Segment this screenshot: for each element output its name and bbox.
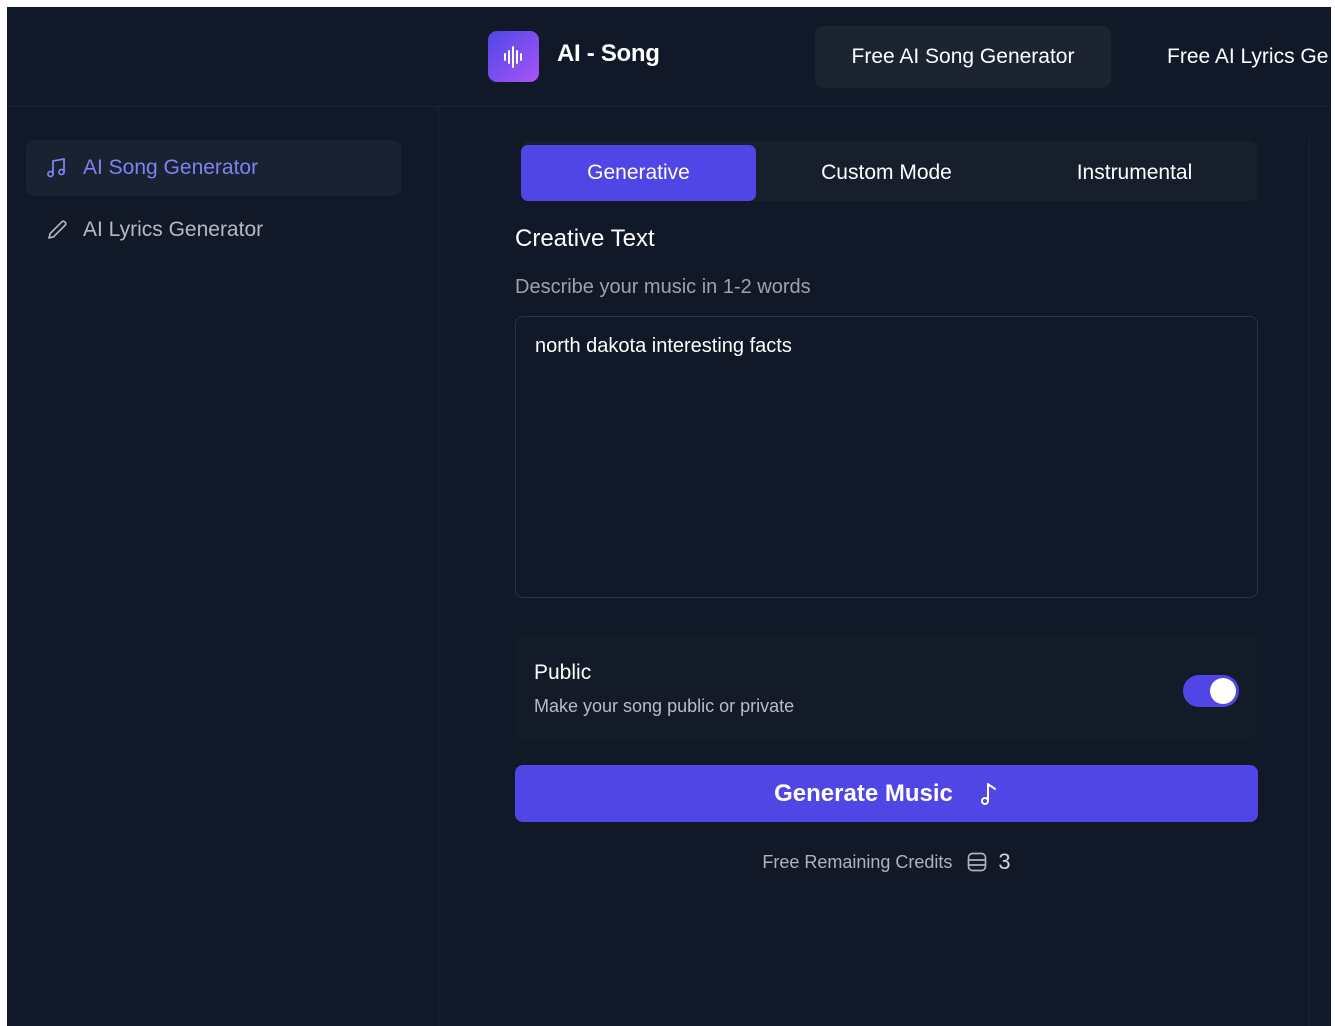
sidebar-item-label: AI Song Generator [83,156,259,179]
database-icon [966,851,988,873]
tab-generative[interactable]: Generative [521,145,756,201]
public-title: Public [534,661,592,684]
creative-text-title: Creative Text [515,225,655,252]
nav-free-ai-lyrics-generator[interactable]: Free AI Lyrics Ge [1167,45,1328,69]
tab-custom-mode[interactable]: Custom Mode [769,145,1004,201]
creative-text-input[interactable]: north dakota interesting facts [515,316,1258,598]
sidebar-item-ai-song-generator[interactable]: AI Song Generator [26,140,401,196]
music-note-icon [979,781,999,807]
public-subtitle: Make your song public or private [534,696,795,716]
credits-label: Free Remaining Credits [762,851,953,872]
sidebar: AI Song Generator AI Lyrics Generator [7,107,439,1026]
mode-tabs: Generative Custom Mode Instrumental [521,141,1258,201]
credits-count: 3 [998,849,1011,874]
top-header: AI - Song Free AI Song Generator Free AI… [7,7,1331,107]
app-window: AI - Song Free AI Song Generator Free AI… [7,7,1331,1026]
toggle-knob [1210,678,1236,704]
public-setting-card: Public Make your song public or private [515,635,1258,739]
nav-free-ai-song-generator[interactable]: Free AI Song Generator [815,26,1111,88]
sidebar-item-ai-lyrics-generator[interactable]: AI Lyrics Generator [26,202,401,258]
generate-music-button[interactable]: Generate Music [515,765,1258,822]
sound-wave-icon [503,45,522,68]
music-note-icon [46,157,68,179]
generate-music-label: Generate Music [774,779,953,807]
right-panel-edge [1309,140,1331,1026]
pencil-icon [46,219,68,241]
tab-instrumental[interactable]: Instrumental [1017,145,1252,201]
sidebar-item-label: AI Lyrics Generator [83,218,264,241]
public-toggle[interactable] [1183,675,1239,707]
main-panel: Generative Custom Mode Instrumental Crea… [439,107,1309,1026]
credits-info: Free Remaining Credits 3 [515,849,1258,875]
brand-name[interactable]: AI - Song [557,40,660,68]
logo[interactable] [488,31,539,82]
creative-text-subtitle: Describe your music in 1-2 words [515,276,811,298]
